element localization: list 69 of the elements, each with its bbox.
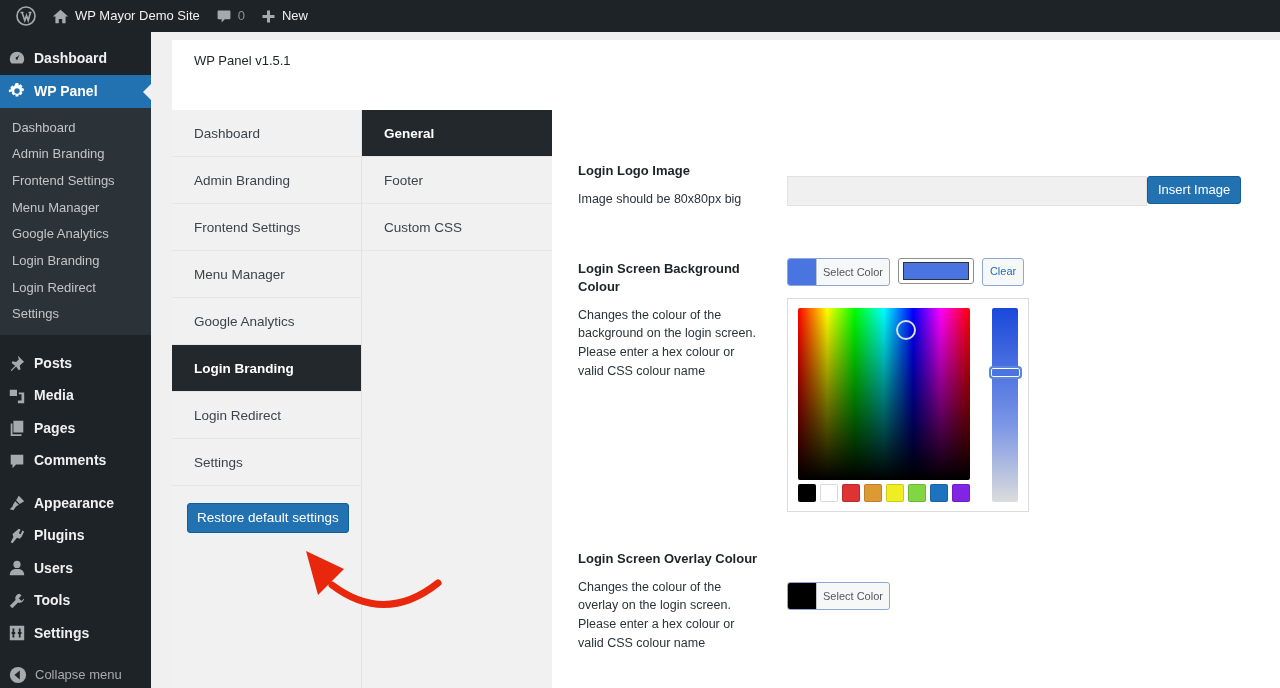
new-link[interactable]: New	[282, 6, 308, 26]
color-swatch[interactable]	[930, 483, 948, 502]
panel-title: WP Panel v1.5.1	[194, 53, 291, 68]
color-swatch[interactable]	[864, 483, 882, 502]
submenu-item[interactable]: Dashboard	[0, 114, 151, 142]
panel-tab[interactable]: Settings	[172, 439, 361, 486]
sidebar-item[interactable]: Comments	[0, 444, 151, 477]
color-value-field[interactable]	[897, 257, 974, 284]
site-name-link[interactable]: WP Mayor Demo Site	[75, 6, 200, 26]
sidebar-item[interactable]: WP Panel	[0, 74, 151, 108]
current-item-notch	[143, 83, 151, 100]
user-icon	[8, 559, 26, 578]
panel-tab[interactable]: Menu Manager	[172, 251, 361, 298]
insert-image-button[interactable]: Insert Image	[1147, 176, 1242, 204]
slider-thumb[interactable]	[989, 365, 1022, 379]
color-swatch[interactable]	[908, 483, 926, 502]
clear-button[interactable]: Clear	[981, 257, 1025, 286]
sidebar-item[interactable]: Tools	[0, 584, 151, 617]
select-color-button[interactable]: Select Color	[787, 581, 890, 610]
color-spectrum[interactable]	[798, 307, 970, 480]
submenu-item[interactable]: Google Analytics	[0, 221, 151, 248]
sidebar-item[interactable]: Settings	[0, 617, 151, 650]
sidebar-item[interactable]: Appearance	[0, 487, 151, 520]
select-color-button[interactable]: Select Color	[787, 257, 890, 286]
picker-handle[interactable]	[896, 319, 916, 340]
color-swatch[interactable]	[886, 483, 904, 502]
plus-icon	[261, 8, 276, 24]
panel-tab[interactable]: Login Branding	[172, 345, 361, 392]
wrench-icon	[8, 591, 26, 610]
submenu-item[interactable]: Settings	[0, 301, 151, 328]
color-swatch[interactable]	[952, 483, 970, 502]
sidebar-item[interactable]: Posts	[0, 347, 151, 380]
submenu-item[interactable]: Menu Manager	[0, 194, 151, 222]
field-title: Login Screen Background Colour	[578, 259, 741, 296]
field-description: Changes the colour of the background on the login screen. Please enter a hex colour or valid CSS colour name	[578, 306, 757, 380]
subtab[interactable]: General	[362, 110, 552, 157]
sidebar-item[interactable]: Users	[0, 552, 151, 585]
submenu-item[interactable]: Admin Branding	[0, 141, 151, 168]
sidebar-item[interactable]: Pages	[0, 412, 151, 445]
panel-tab[interactable]: Login Redirect	[172, 392, 361, 439]
pin-icon	[8, 354, 26, 373]
logo-icon	[16, 6, 36, 26]
color-swatch[interactable]	[842, 483, 860, 502]
home-icon	[52, 7, 69, 25]
sidebar-item[interactable]: Media	[0, 379, 151, 412]
image-url-field[interactable]	[787, 176, 1147, 206]
sliders-icon	[8, 624, 26, 643]
submenu-item[interactable]: Frontend Settings	[0, 167, 151, 195]
panel-tab[interactable]: Frontend Settings	[172, 204, 361, 251]
field-description: Image should be 80x80px big	[578, 191, 743, 208]
collapse-menu-button[interactable]: Collapse menu	[0, 659, 151, 688]
pages-icon	[8, 419, 26, 438]
color-swatch[interactable]	[820, 483, 838, 502]
panel-tab[interactable]: Admin Branding	[172, 157, 361, 204]
field-title: Login Logo Image	[578, 162, 691, 180]
panel-tab[interactable]: Dashboard	[172, 110, 361, 157]
submenu-item[interactable]: Login Branding	[0, 247, 151, 275]
plug-icon	[8, 526, 26, 545]
color-swatch[interactable]	[798, 483, 816, 502]
submenu-item[interactable]: Login Redirect	[0, 274, 151, 302]
field-title: Login Screen Overlay Colour	[578, 549, 759, 568]
sidebar-item[interactable]: Plugins	[0, 519, 151, 552]
speech-bubble-icon	[215, 8, 232, 24]
comment-count[interactable]: 0	[237, 6, 245, 26]
brush-icon	[8, 494, 26, 513]
restore-defaults-button[interactable]: Restore default settings	[187, 503, 349, 534]
field-description: Changes the colour of the overlay on the login screen. Please enter a hex colour or valid CSS colour name	[578, 578, 736, 652]
collapse-icon	[9, 665, 27, 684]
sidebar-item[interactable]: Dashboard	[0, 42, 151, 75]
